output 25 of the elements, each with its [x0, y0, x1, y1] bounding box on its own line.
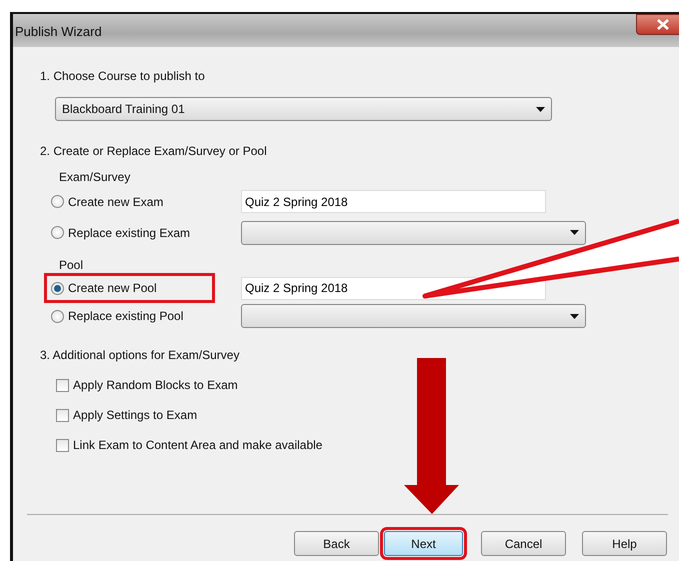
text-field[interactable]: Quiz 2 Spring 2018	[241, 190, 546, 213]
group-label: Pool	[59, 257, 84, 274]
radio-option[interactable]: Replace existing Exam	[44, 218, 215, 248]
wizard-button[interactable]: Help	[582, 531, 667, 556]
section-heading: 1. Choose Course to publish to	[40, 68, 206, 85]
checkbox-option[interactable]: Apply Random Blocks to Exam	[56, 376, 238, 394]
caret-icon	[570, 230, 579, 235]
close-icon	[656, 19, 670, 30]
course-dropdown[interactable]: Blackboard Training 01	[55, 97, 552, 121]
caret-icon	[536, 106, 545, 112]
dropdown-field[interactable]	[241, 304, 586, 328]
wizard-button[interactable]: Cancel	[481, 531, 566, 556]
caret-icon	[570, 314, 579, 318]
radio-option[interactable]: Create new Pool	[44, 273, 215, 303]
radio-option[interactable]: Replace existing Pool	[44, 301, 215, 331]
dropdown-field[interactable]	[241, 220, 586, 244]
radio-option[interactable]: Create new Exam	[44, 186, 215, 216]
section-heading: 3. Additional options for Exam/Survey	[40, 347, 240, 364]
wizard-button[interactable]: Back	[294, 531, 379, 556]
window-title: Publish Wizard	[15, 23, 102, 41]
section-heading: 2. Create or Replace Exam/Survey or Pool	[40, 143, 268, 160]
checkbox-option[interactable]: Apply Settings to Exam	[56, 406, 198, 424]
checkbox-option[interactable]: Link Exam to Content Area and make available	[56, 436, 322, 454]
close-button[interactable]	[636, 14, 679, 35]
group-label: Exam/Survey	[59, 169, 132, 186]
